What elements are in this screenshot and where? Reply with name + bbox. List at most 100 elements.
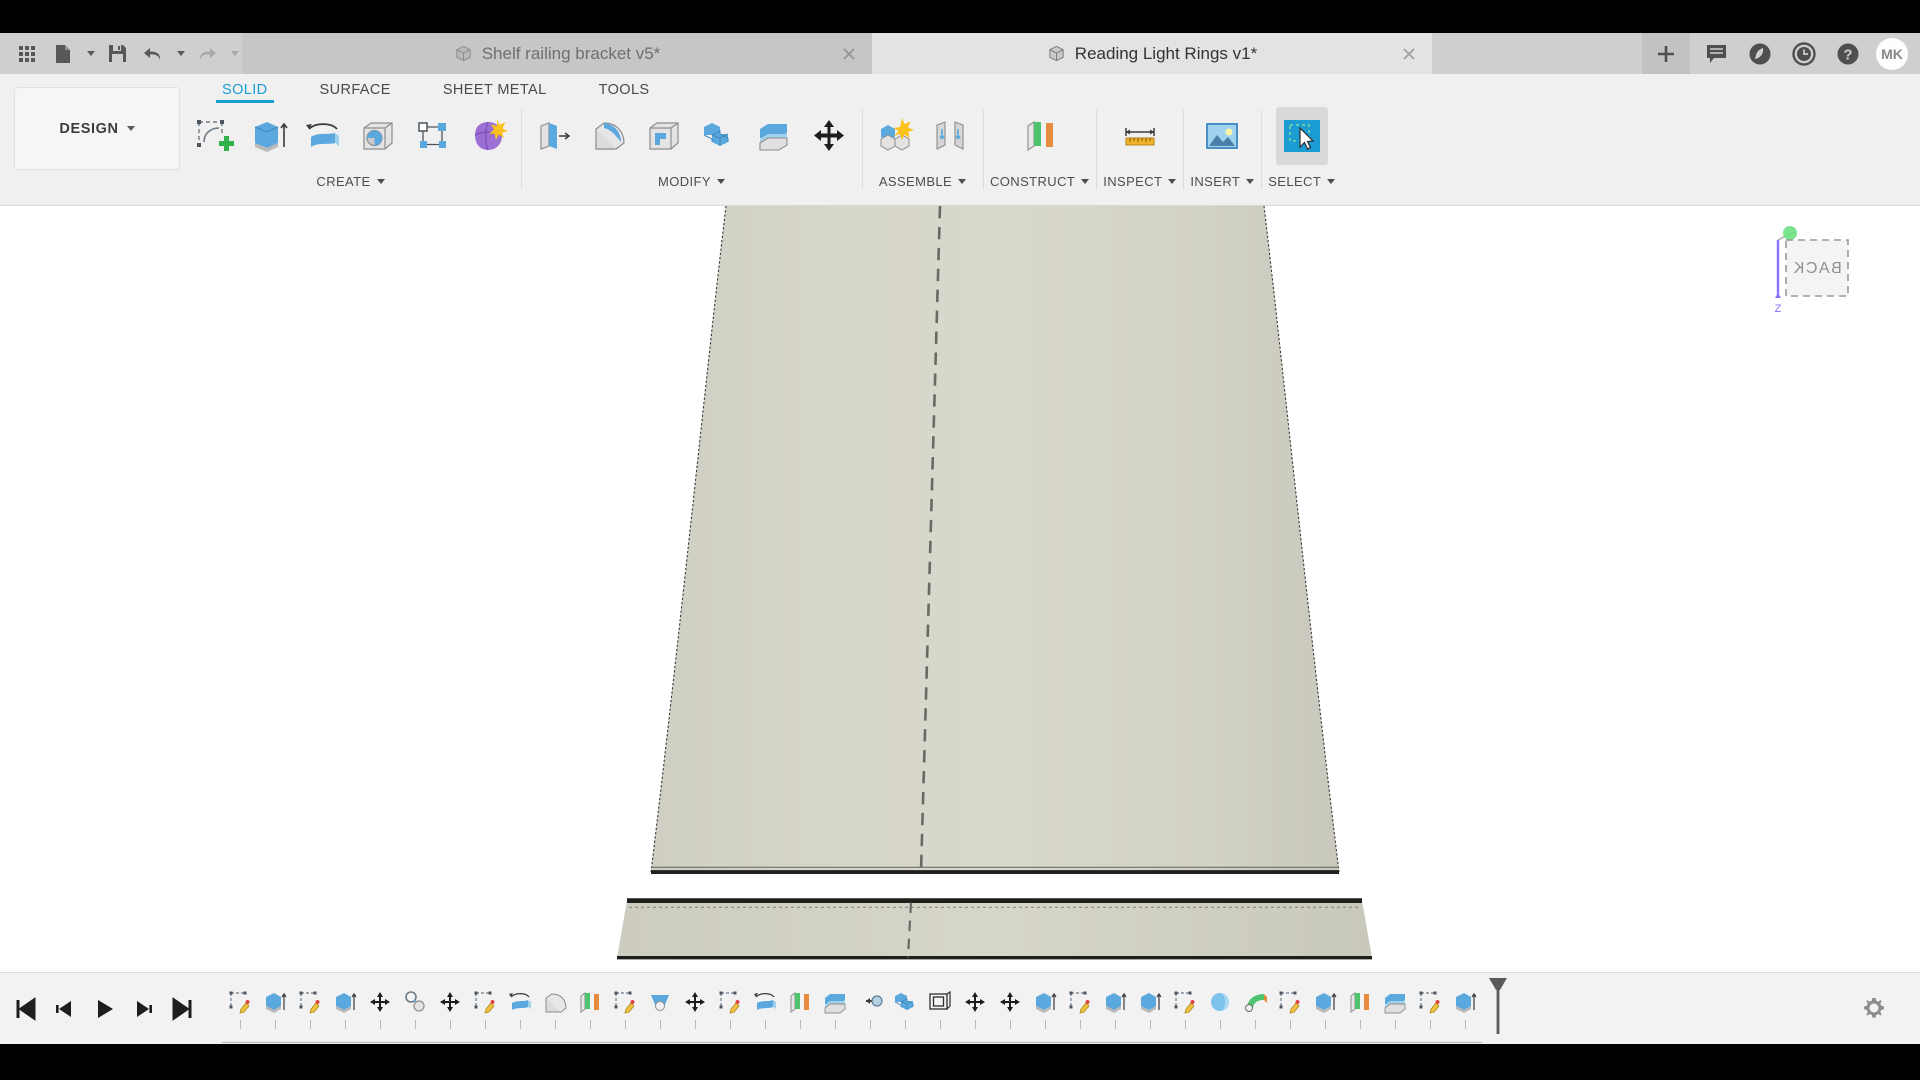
- lamp-ring-band[interactable]: [617, 901, 1372, 958]
- apps-grid-icon[interactable]: [10, 37, 44, 71]
- timeline-plane-feature[interactable]: [572, 980, 607, 1024]
- view-cube[interactable]: Z BACK: [1764, 218, 1884, 323]
- view-cube-face-back[interactable]: BACK: [1786, 240, 1848, 296]
- hole-icon[interactable]: [352, 107, 404, 165]
- chevron-down-icon: [1168, 179, 1176, 184]
- timeline-sweep-feature[interactable]: [1237, 980, 1272, 1024]
- timeline-revolve-feature[interactable]: [502, 980, 537, 1024]
- ribbon-tab-solid[interactable]: SOLID: [196, 74, 294, 104]
- new-file-icon[interactable]: [46, 37, 80, 71]
- timeline-extrude-feature[interactable]: [257, 980, 292, 1024]
- offset-face-icon[interactable]: [748, 107, 800, 165]
- comment-icon[interactable]: [1696, 34, 1736, 74]
- timeline-move-feature[interactable]: [432, 980, 467, 1024]
- press-pull-icon[interactable]: [528, 107, 580, 165]
- measure-icon[interactable]: [1114, 107, 1166, 165]
- redo-dropdown-caret[interactable]: [226, 37, 242, 71]
- timeline-extrude-feature[interactable]: [1132, 980, 1167, 1024]
- group-label-text: INSERT: [1190, 174, 1240, 189]
- chevron-down-icon: [231, 51, 239, 56]
- timeline-loft-feature[interactable]: [642, 980, 677, 1024]
- lamp-shade-body[interactable]: [651, 206, 1339, 872]
- close-icon[interactable]: [840, 45, 858, 63]
- ribbon-group-modify-label[interactable]: MODIFY: [658, 168, 725, 194]
- ribbon-group-create-label[interactable]: CREATE: [316, 168, 384, 194]
- ribbon-group-insert-label[interactable]: INSERT: [1190, 168, 1254, 194]
- timeline-move-feature[interactable]: [677, 980, 712, 1024]
- timeline-move-feature[interactable]: [957, 980, 992, 1024]
- joint-icon[interactable]: [924, 107, 976, 165]
- ribbon-group-inspect-label[interactable]: INSPECT: [1103, 168, 1176, 194]
- timeline-sketch-feature[interactable]: [1062, 980, 1097, 1024]
- timeline-component-feature[interactable]: [397, 980, 432, 1024]
- timeline-step-forward[interactable]: [127, 992, 159, 1026]
- timeline-move-feature[interactable]: [362, 980, 397, 1024]
- timeline-plane-feature[interactable]: [782, 980, 817, 1024]
- timeline-pattern-feature[interactable]: [922, 980, 957, 1024]
- timeline-go-to-start[interactable]: [10, 992, 42, 1026]
- new-component-icon[interactable]: [869, 107, 921, 165]
- timeline-extrude-feature[interactable]: [1097, 980, 1132, 1024]
- question-help-icon[interactable]: ?: [1828, 34, 1868, 74]
- timeline-sphere-feature[interactable]: [1202, 980, 1237, 1024]
- select-window-icon[interactable]: [1276, 107, 1328, 165]
- timeline-sketch-feature[interactable]: [1167, 980, 1202, 1024]
- timeline-sketch-feature[interactable]: [292, 980, 327, 1024]
- timeline-sketch-feature[interactable]: [1272, 980, 1307, 1024]
- extrude-icon[interactable]: [242, 107, 294, 165]
- timeline-step-back[interactable]: [49, 992, 81, 1026]
- timeline-extrude-feature[interactable]: [1447, 980, 1482, 1024]
- help-circle-icon[interactable]: [1740, 34, 1780, 74]
- timeline-offset-face-feature[interactable]: [817, 980, 852, 1024]
- combine-icon[interactable]: [693, 107, 745, 165]
- ribbon-tab-surface[interactable]: SURFACE: [294, 74, 417, 104]
- ribbon-tab-tools[interactable]: TOOLS: [573, 74, 676, 104]
- ribbon-group-select-label[interactable]: SELECT: [1268, 168, 1335, 194]
- viewport-canvas[interactable]: Z BACK: [0, 206, 1920, 972]
- fillet-icon[interactable]: [583, 107, 635, 165]
- new-file-dropdown-caret[interactable]: [82, 37, 98, 71]
- timeline-plane-feature[interactable]: [1342, 980, 1377, 1024]
- create-sketch-icon[interactable]: [187, 107, 239, 165]
- timeline-go-to-end[interactable]: [166, 992, 198, 1026]
- recent-clock-icon[interactable]: [1784, 34, 1824, 74]
- ribbon-group-construct-label[interactable]: CONSTRUCT: [990, 168, 1089, 194]
- undo-icon[interactable]: [136, 37, 170, 71]
- ribbon-group-assemble-label[interactable]: ASSEMBLE: [879, 168, 966, 194]
- shell-icon[interactable]: [638, 107, 690, 165]
- redo-icon[interactable]: [190, 37, 224, 71]
- timeline-revolve-feature[interactable]: [747, 980, 782, 1024]
- workspace-switcher-design[interactable]: DESIGN: [14, 87, 180, 170]
- timeline-sketch-feature[interactable]: [712, 980, 747, 1024]
- move-copy-icon[interactable]: [803, 107, 855, 165]
- timeline-extrude-feature[interactable]: [1027, 980, 1062, 1024]
- timeline-offset-face-feature[interactable]: [1377, 980, 1412, 1024]
- timeline-play[interactable]: [88, 992, 120, 1026]
- form-sculpt-icon[interactable]: [462, 107, 514, 165]
- insert-image-icon[interactable]: [1196, 107, 1248, 165]
- document-tab-shelf-railing-bracket[interactable]: Shelf railing bracket v5*: [242, 33, 872, 74]
- undo-dropdown-caret[interactable]: [172, 37, 188, 71]
- settings-gear-icon[interactable]: [1860, 994, 1890, 1024]
- timeline-sketch-feature[interactable]: [1412, 980, 1447, 1024]
- timeline-fillet-feature[interactable]: [537, 980, 572, 1024]
- pattern-icon[interactable]: [407, 107, 459, 165]
- 3d-model-view[interactable]: [0, 206, 1920, 972]
- new-tab-button[interactable]: [1642, 33, 1690, 74]
- offset-plane-icon[interactable]: [1014, 107, 1066, 165]
- timeline-sketch-feature[interactable]: [607, 980, 642, 1024]
- timeline-thread-feature[interactable]: [852, 980, 887, 1024]
- ribbon-tab-sheet-metal[interactable]: SHEET METAL: [417, 74, 573, 104]
- document-tab-reading-light-rings[interactable]: Reading Light Rings v1*: [872, 33, 1432, 74]
- timeline-move-feature[interactable]: [992, 980, 1027, 1024]
- timeline-marker[interactable]: [1488, 976, 1508, 1034]
- save-icon[interactable]: [100, 37, 134, 71]
- close-icon[interactable]: [1400, 45, 1418, 63]
- timeline-sketch-feature[interactable]: [222, 980, 257, 1024]
- timeline-combine-feature[interactable]: [887, 980, 922, 1024]
- user-avatar[interactable]: MK: [1876, 38, 1908, 70]
- timeline-extrude-feature[interactable]: [1307, 980, 1342, 1024]
- revolve-icon[interactable]: [297, 107, 349, 165]
- timeline-sketch-feature[interactable]: [467, 980, 502, 1024]
- timeline-extrude-feature[interactable]: [327, 980, 362, 1024]
